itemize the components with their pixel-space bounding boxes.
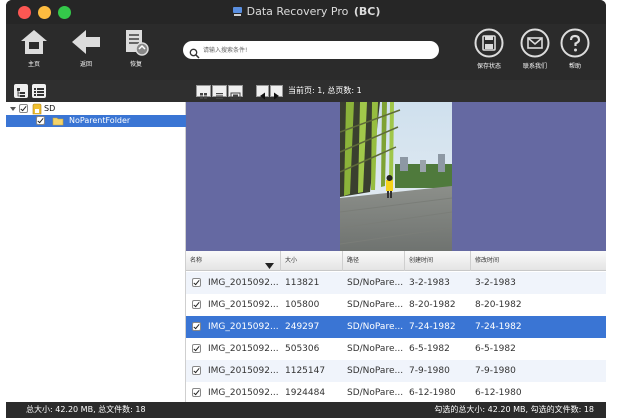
tree-checkbox-noparentfolder[interactable] (36, 116, 45, 125)
table-row[interactable]: IMG_2015092... 249297 SD/NoPare... 7-24-198… (186, 316, 606, 338)
cell-created: 8-20-1982 (409, 300, 456, 310)
question-mark-icon (552, 28, 598, 58)
cell-modified: 6-5-1982 (475, 344, 516, 354)
tree-view-icon (14, 84, 28, 103)
photo-preview (340, 102, 452, 251)
cell-size: 1125147 (285, 366, 326, 376)
app-window: Data Recovery Pro (BC) 主页 返回 恢复 请输入搜索条件!… (6, 0, 606, 418)
row-checkbox[interactable] (192, 278, 201, 287)
floppy-disk-icon (466, 28, 512, 58)
cell-created: 7-9-1980 (409, 366, 450, 376)
table-row[interactable]: IMG_2015092... 505306 SD/NoPare... 6-5-1982… (186, 338, 606, 360)
cell-path: SD/NoPare... (347, 366, 403, 376)
home-button[interactable]: 主页 (11, 28, 57, 76)
app-logo-icon (232, 6, 243, 20)
home-label: 主页 (27, 61, 40, 68)
back-label: 返回 (79, 61, 92, 68)
table-header: 名称 大小 路径 创建时间 修改时间 (186, 251, 606, 271)
table-row[interactable]: IMG_2015092... 1924484 SD/NoPare... 6-12-19… (186, 382, 606, 402)
cell-size: 113821 (285, 278, 320, 288)
tree-item-noparentfolder-label: NoParentFolder (69, 116, 131, 125)
cell-modified: 7-24-1982 (475, 322, 522, 332)
cell-size: 1924484 (285, 388, 326, 398)
cell-modified: 7-9-1980 (475, 366, 516, 376)
column-header-name[interactable]: 名称 (186, 251, 281, 271)
list-view-button[interactable] (32, 84, 46, 98)
cell-size: 105800 (285, 300, 320, 310)
tree-checkbox-sd[interactable] (19, 104, 28, 113)
list-view-icon (32, 84, 46, 103)
help-button[interactable]: 帮助 (552, 28, 598, 76)
help-label: 帮助 (568, 63, 581, 70)
page-info: 当前页: 1, 总页数: 1 (288, 86, 362, 95)
tree-item-sd-label: SD (44, 104, 56, 113)
save-state-label: 保存状态 (476, 63, 501, 70)
save-state-button[interactable]: 保存状态 (466, 28, 512, 76)
view-toolbar: 当前页: 1, 总页数: 1 (186, 80, 606, 102)
window-title-suffix: (BC) (353, 5, 381, 18)
recover-document-icon (113, 28, 159, 56)
search-box (183, 41, 439, 59)
cell-name: IMG_2015092... (208, 344, 279, 354)
column-header-path[interactable]: 路径 (343, 251, 405, 271)
recover-button[interactable]: 恢复 (113, 28, 159, 76)
column-header-created[interactable]: 创建时间 (405, 251, 471, 271)
tree-view-toolbar (6, 80, 186, 102)
file-table: 名称 大小 路径 创建时间 修改时间 IMG_2015092... 113821 S… (186, 251, 606, 402)
cell-name: IMG_2015092... (208, 322, 279, 332)
folder-icon (52, 115, 64, 131)
cell-path: SD/NoPare... (347, 278, 403, 288)
title-bar: Data Recovery Pro (BC) (6, 0, 606, 24)
table-row[interactable]: IMG_2015092... 1125147 SD/NoPare... 7-9-198… (186, 360, 606, 382)
column-header-modified[interactable]: 修改时间 (471, 251, 606, 271)
cell-path: SD/NoPare... (347, 322, 403, 332)
cell-size: 249297 (285, 322, 320, 332)
cell-modified: 8-20-1982 (475, 300, 522, 310)
status-bar: 总大小: 42.20 MB, 总文件数: 18 勾选的总大小: 42.20 MB… (6, 402, 606, 418)
back-arrow-icon (63, 28, 109, 56)
cell-name: IMG_2015092... (208, 388, 279, 398)
table-row[interactable]: IMG_2015092... 113821 SD/NoPare... 3-2-1983… (186, 272, 606, 294)
tree-item-sd[interactable]: SD (6, 103, 186, 115)
status-selected: 勾选的总大小: 42.20 MB, 勾选的文件数: 18 (434, 405, 594, 414)
toolbar: 主页 返回 恢复 保存状态 (6, 24, 606, 80)
cell-created: 6-5-1982 (409, 344, 450, 354)
cell-name: IMG_2015092... (208, 366, 279, 376)
home-icon (11, 28, 57, 56)
recover-label: 恢复 (129, 61, 142, 68)
row-checkbox[interactable] (192, 344, 201, 353)
cell-size: 505306 (285, 344, 320, 354)
tree-view-button[interactable] (14, 84, 28, 98)
column-header-size[interactable]: 大小 (281, 251, 343, 271)
row-checkbox[interactable] (192, 322, 201, 331)
cell-modified: 6-12-1980 (475, 388, 522, 398)
search-input[interactable] (203, 43, 431, 57)
cell-created: 6-12-1980 (409, 388, 456, 398)
row-checkbox[interactable] (192, 388, 201, 397)
preview-pane (186, 102, 606, 251)
cell-path: SD/NoPare... (347, 388, 403, 398)
preview-view-button[interactable] (228, 85, 243, 100)
cell-path: SD/NoPare... (347, 300, 403, 310)
grid-view-button[interactable] (196, 85, 211, 99)
detail-list-view-button[interactable] (212, 85, 227, 99)
window-title-text: Data Recovery Pro (246, 5, 349, 18)
cell-path: SD/NoPare... (347, 344, 403, 354)
cell-name: IMG_2015092... (208, 278, 279, 288)
table-row[interactable]: IMG_2015092... 105800 SD/NoPare... 8-20-198… (186, 294, 606, 316)
back-button[interactable]: 返回 (63, 28, 109, 76)
cell-modified: 3-2-1983 (475, 278, 516, 288)
folder-tree: SD NoParentFolder (6, 102, 186, 402)
tree-item-noparentfolder[interactable]: NoParentFolder (6, 115, 186, 127)
cell-created: 3-2-1983 (409, 278, 450, 288)
search-icon (189, 44, 200, 63)
row-checkbox[interactable] (192, 300, 201, 309)
previous-page-button[interactable] (256, 85, 269, 100)
row-checkbox[interactable] (192, 366, 201, 375)
status-total: 总大小: 42.20 MB, 总文件数: 18 (26, 405, 146, 414)
next-page-button[interactable] (270, 85, 283, 100)
cell-created: 7-24-1982 (409, 322, 456, 332)
cell-name: IMG_2015092... (208, 300, 279, 310)
window-title: Data Recovery Pro (BC) (6, 5, 606, 20)
